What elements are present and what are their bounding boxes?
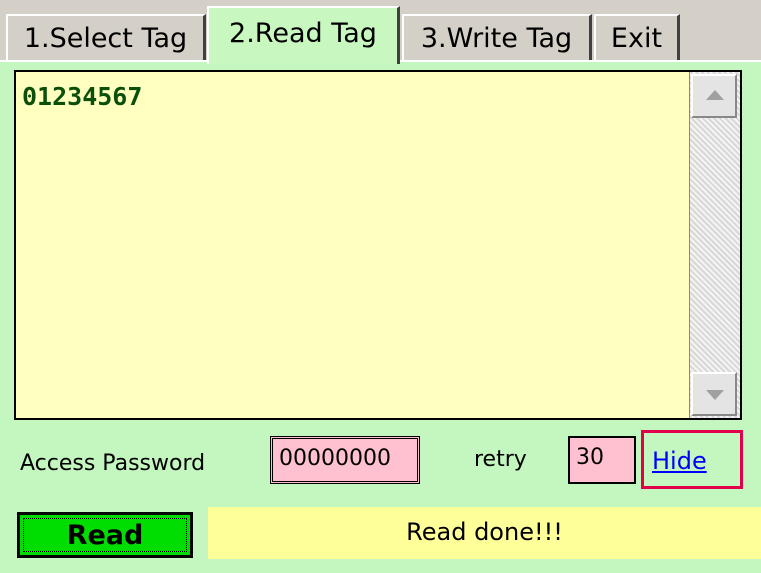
status-bar: Read done!!!	[208, 507, 761, 559]
tag-data-text: 01234567	[22, 82, 143, 111]
scroll-up-button[interactable]	[691, 74, 737, 118]
retry-input[interactable]: 30	[568, 436, 636, 484]
tab-read-tag[interactable]: 2.Read Tag	[207, 6, 400, 64]
read-button-label: Read	[23, 518, 187, 552]
scroll-down-button[interactable]	[691, 372, 737, 416]
tab-select-tag[interactable]: 1.Select Tag	[6, 14, 206, 60]
retry-label: retry	[474, 447, 527, 472]
arrow-up-icon	[706, 90, 724, 100]
tag-data-textarea[interactable]: 01234567	[14, 70, 742, 420]
vertical-scrollbar[interactable]	[689, 72, 740, 418]
tab-bar: 1.Select Tag 2.Read Tag 3.Write Tag Exit	[0, 0, 761, 64]
read-button[interactable]: Read	[17, 512, 193, 558]
tab-write-tag[interactable]: 3.Write Tag	[402, 14, 592, 60]
tab-exit[interactable]: Exit	[594, 14, 680, 60]
hide-link-highlight: Hide	[641, 430, 743, 489]
access-password-label: Access Password	[20, 451, 206, 476]
hide-link[interactable]: Hide	[652, 447, 707, 475]
access-password-input[interactable]: 00000000	[270, 436, 420, 484]
arrow-down-icon	[706, 390, 724, 400]
